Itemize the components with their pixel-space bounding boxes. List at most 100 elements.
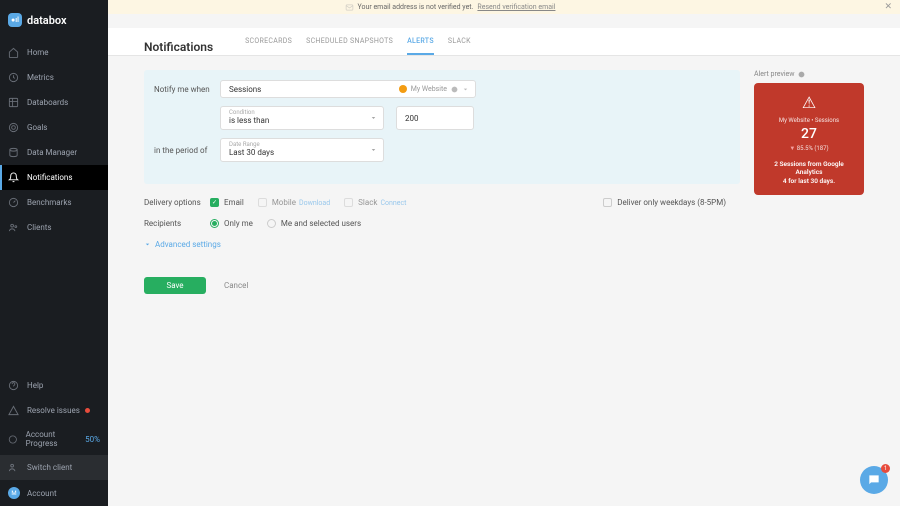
preview-meta: ▼ 85.5% (187) [760,145,858,152]
users-icon [8,222,19,233]
chevron-down-icon [370,147,377,154]
sidebar-item-notifications[interactable]: Notifications [0,165,108,190]
notify-label: Notify me when [154,85,220,94]
chat-icon [867,473,881,487]
page-title: Notifications [144,40,213,54]
sidebar-item-label: Account [27,489,57,498]
banner-close-icon[interactable]: ✕ [884,2,892,12]
page-header: Notifications SCORECARDS SCHEDULED SNAPS… [108,28,900,56]
preview-value: 27 [760,126,858,142]
logo[interactable]: ●ıl databox [0,0,108,40]
gauge-icon [8,197,19,208]
metrics-icon [8,72,19,83]
sidebar-item-label: Account Progress [26,430,82,448]
home-icon [8,47,19,58]
tab-alerts[interactable]: ALERTS [407,37,434,55]
sidebar-item-label: Benchmarks [27,198,72,207]
radio-icon [210,219,219,228]
bell-icon [8,172,19,183]
tab-scorecards[interactable]: SCORECARDS [245,37,292,55]
weekday-option[interactable]: Deliver only weekdays (8-5PM) [603,198,726,207]
daterange-select[interactable]: Date Range Last 30 days [220,138,384,162]
preview-subtitle: My Website • Sessions [760,117,858,124]
slack-option[interactable]: SlackConnect [344,198,406,207]
chat-button[interactable]: 1 [860,466,888,494]
checkbox-icon [258,198,267,207]
switch-icon [8,462,19,473]
sidebar-item-databoards[interactable]: Databoards [0,90,108,115]
sidebar-item-label: Notifications [27,173,72,182]
sidebar-item-resolve[interactable]: Resolve issues [0,398,108,423]
chevron-down-icon [144,241,151,248]
sidebar-item-label: Resolve issues [27,406,80,415]
source-dot-icon [399,85,407,93]
select-value: is less than [229,116,375,126]
tab-snapshots[interactable]: SCHEDULED SNAPSHOTS [306,37,393,55]
select-value: Last 30 days [229,148,375,158]
sidebar-item-label: Clients [27,223,52,232]
onlyme-option[interactable]: Only me [210,219,253,228]
databoards-icon [8,97,19,108]
chevron-down-icon [370,115,377,122]
option-label: Only me [224,219,253,228]
sidebar-item-datamanager[interactable]: Data Manager [0,140,108,165]
info-icon [798,71,805,78]
sidebar-item-label: Metrics [27,73,54,82]
sidebar-item-home[interactable]: Home [0,40,108,65]
delivery-label: Delivery options [144,198,210,207]
sidebar-item-label: Switch client [27,463,72,472]
advanced-toggle[interactable]: Advanced settings [144,240,740,249]
radio-icon [267,219,276,228]
tab-slack[interactable]: SLACK [448,37,471,55]
issue-badge [85,408,90,413]
preview-text: 2 Sessions from Google Analytics4 for la… [760,160,858,185]
verification-banner: Your email address is not verified yet. … [0,0,900,14]
sidebar-item-switch[interactable]: Switch client [0,455,108,480]
sidebar-item-progress[interactable]: Account Progress50% [0,423,108,455]
condition-select[interactable]: Condition is less than [220,106,384,130]
sidebar-item-label: Home [27,48,49,57]
download-link[interactable]: Download [299,199,330,207]
period-label: in the period of [154,146,220,155]
cancel-button[interactable]: Cancel [224,281,248,290]
sidebar-item-goals[interactable]: Goals [0,115,108,140]
condition-panel: Notify me when Sessions My Website Condi [144,70,740,184]
goals-icon [8,122,19,133]
tabs: SCORECARDS SCHEDULED SNAPSHOTS ALERTS SL… [245,37,471,55]
sidebar-item-label: Goals [27,123,47,132]
progress-icon [8,434,18,445]
chat-badge: 1 [881,464,890,473]
mobile-option[interactable]: MobileDownload [258,198,330,207]
selected-users-option[interactable]: Me and selected users [267,219,361,228]
sidebar: ●ıl databox Home Metrics Databoards Goal… [0,0,108,506]
brand-name: databox [27,14,67,27]
banner-text: Your email address is not verified yet. [358,3,474,11]
website-label: My Website [411,85,447,93]
preview-card: ⚠ My Website • Sessions 27 ▼ 85.5% (187)… [754,83,864,195]
advanced-label: Advanced settings [155,240,221,249]
email-option[interactable]: ✓ Email [210,198,244,207]
alert-preview: Alert preview ⚠ My Website • Sessions 27… [754,70,864,294]
sidebar-item-clients[interactable]: Clients [0,215,108,240]
sidebar-item-help[interactable]: Help [0,373,108,398]
option-label: Email [224,198,244,207]
preview-label: Alert preview [754,70,864,78]
sidebar-item-label: Databoards [27,98,68,107]
resend-link[interactable]: Resend verification email [477,3,555,11]
checkbox-icon [603,198,612,207]
option-label: Mobile [272,198,296,207]
metric-value: Sessions [229,85,261,94]
info-icon [451,86,458,93]
sidebar-item-benchmarks[interactable]: Benchmarks [0,190,108,215]
sidebar-item-account[interactable]: MAccount [0,480,108,506]
checkbox-icon: ✓ [210,198,219,207]
sidebar-item-metrics[interactable]: Metrics [0,65,108,90]
progress-percent: 50% [85,435,100,444]
warning-icon: ⚠ [760,93,858,112]
option-label: Deliver only weekdays (8-5PM) [617,198,726,207]
connect-link[interactable]: Connect [380,199,406,207]
save-button[interactable]: Save [144,277,206,294]
metric-input[interactable]: Sessions My Website [220,80,476,98]
threshold-input[interactable] [396,106,474,130]
chevron-down-icon[interactable] [462,86,469,93]
